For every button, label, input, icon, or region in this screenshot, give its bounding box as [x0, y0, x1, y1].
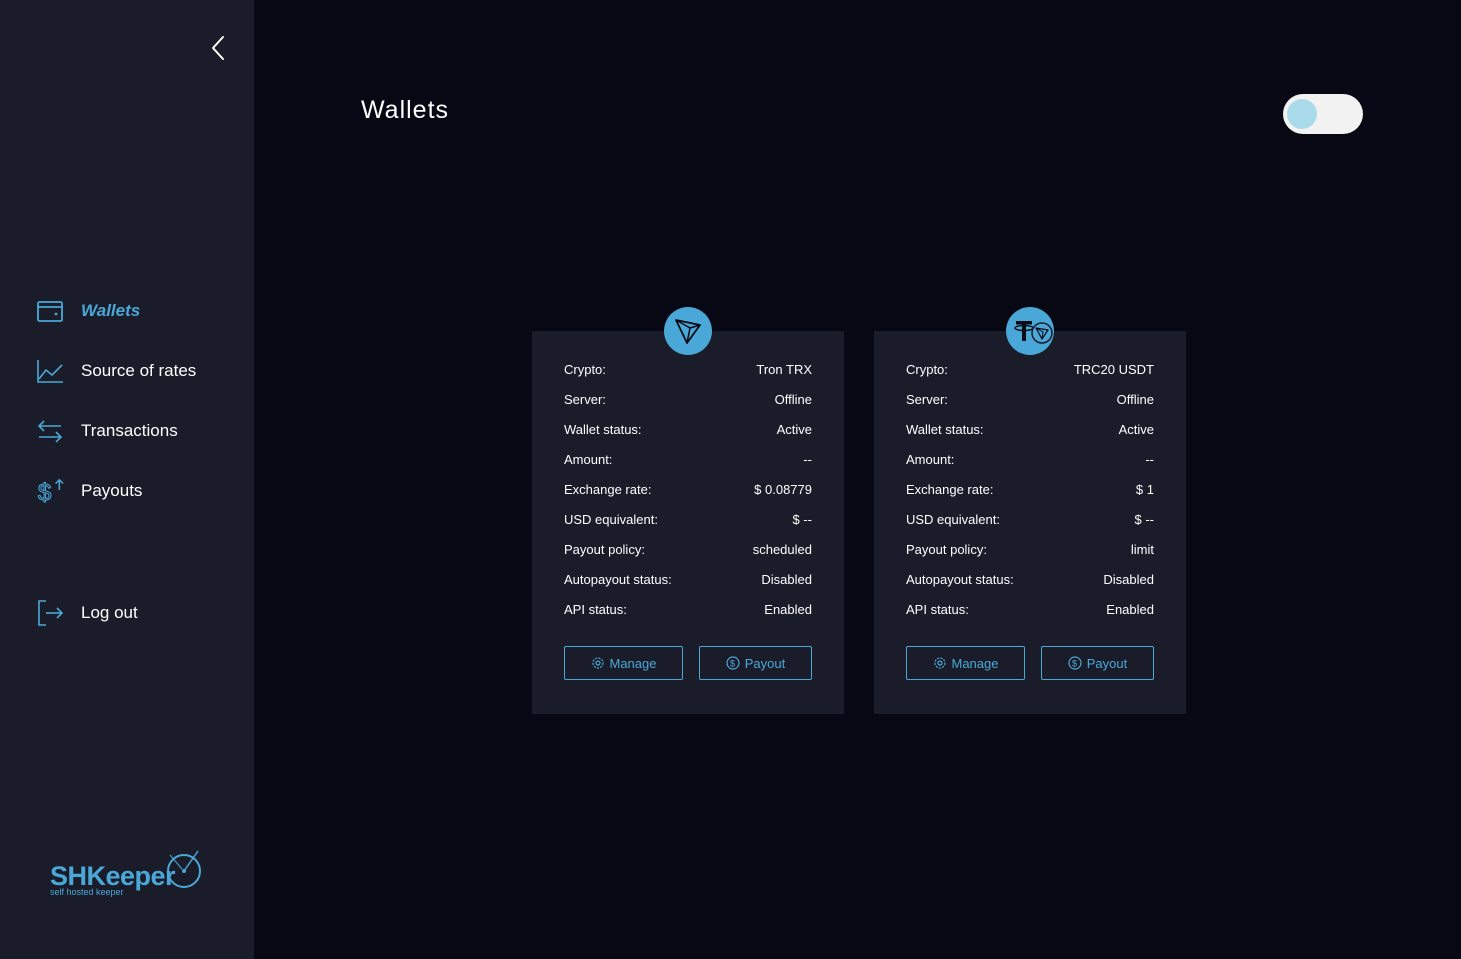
wallet-row-api-status: API status: Enabled — [906, 602, 1154, 622]
sidebar-item-wallets[interactable]: Wallets — [36, 296, 140, 326]
row-label: API status: — [906, 602, 969, 617]
row-label: Autopayout status: — [906, 572, 1014, 587]
wallet-row-amount: Amount: -- — [906, 452, 1154, 472]
logo-tagline: self hosted keeper — [50, 887, 124, 897]
sidebar-item-payouts[interactable]: $ Payouts — [36, 476, 142, 506]
payout-label: Payout — [1086, 655, 1128, 671]
row-label: Exchange rate: — [906, 482, 994, 497]
wallet-row-usd-equivalent: USD equivalent: $ -- — [906, 512, 1154, 532]
row-label: API status: — [564, 602, 627, 617]
logout-button[interactable]: Log out — [36, 598, 138, 628]
page-title: Wallets — [361, 96, 450, 124]
theme-toggle[interactable] — [1283, 94, 1363, 134]
wallet-row-server: Server: Offline — [906, 392, 1154, 412]
row-label: Server: — [564, 392, 606, 407]
crypto-value: TRC20 USDT — [1073, 362, 1154, 377]
autopayout-status-value: Disabled — [1103, 572, 1154, 587]
dollar-circle-icon: $ — [1068, 656, 1082, 670]
sidebar-item-label: Wallets — [81, 301, 141, 320]
logout-icon — [36, 599, 64, 627]
wallet-row-crypto: Crypto: Tron TRX — [564, 362, 812, 382]
dollar-circle-icon: $ — [726, 656, 740, 670]
wallet-row-api-status: API status: Enabled — [564, 602, 812, 622]
wallet-status-value: Active — [1118, 422, 1154, 437]
wallet-row-payout-policy: Payout policy: scheduled — [564, 542, 812, 562]
wallet-icon — [36, 297, 64, 325]
payout-button[interactable]: $ Payout — [699, 646, 812, 680]
row-label: Crypto: — [906, 362, 948, 377]
payout-label: Payout — [744, 655, 786, 671]
tether-tron-icon — [1006, 307, 1054, 355]
shkeeper-logo: SHKeeper self hosted keeper — [48, 845, 208, 905]
svg-text:$: $ — [730, 659, 735, 669]
row-label: Autopayout status: — [564, 572, 672, 587]
wallet-row-autopayout-status: Autopayout status: Disabled — [564, 572, 812, 592]
sidebar-item-label: Payouts — [81, 481, 143, 500]
wallet-row-exchange-rate: Exchange rate: $ 1 — [906, 482, 1154, 502]
wallet-row-wallet-status: Wallet status: Active — [906, 422, 1154, 442]
server-status-value: Offline — [774, 392, 812, 407]
api-status-value: Enabled — [1106, 602, 1154, 617]
server-status-value: Offline — [1116, 392, 1154, 407]
sidebar-item-label: Source of rates — [81, 361, 197, 380]
collapse-sidebar-button[interactable] — [206, 34, 232, 62]
amount-value: -- — [803, 452, 812, 467]
wallet-row-usd-equivalent: USD equivalent: $ -- — [564, 512, 812, 532]
wallet-status-value: Active — [776, 422, 812, 437]
row-label: Server: — [906, 392, 948, 407]
payout-button[interactable]: $ Payout — [1041, 646, 1154, 680]
sidebar-item-label: Transactions — [81, 421, 178, 440]
svg-text:$: $ — [38, 479, 52, 506]
row-label: Wallet status: — [564, 422, 642, 437]
chart-line-icon — [36, 357, 64, 385]
row-label: Payout policy: — [906, 542, 987, 557]
row-label: Crypto: — [564, 362, 606, 377]
wallet-card-trc20-usdt: Crypto: TRC20 USDT Server: Offline Walle… — [874, 307, 1186, 714]
row-label: Exchange rate: — [564, 482, 652, 497]
wallet-row-wallet-status: Wallet status: Active — [564, 422, 812, 442]
wallet-row-exchange-rate: Exchange rate: $ 0.08779 — [564, 482, 812, 502]
usd-equivalent-value: $ -- — [1134, 512, 1155, 527]
usd-equivalent-value: $ -- — [792, 512, 813, 527]
chevron-left-icon — [212, 36, 224, 60]
svg-text:$: $ — [1072, 659, 1077, 669]
row-label: USD equivalent: — [564, 512, 658, 527]
manage-label: Manage — [951, 655, 999, 671]
row-label: Amount: — [564, 452, 613, 467]
wallet-row-crypto: Crypto: TRC20 USDT — [906, 362, 1154, 382]
api-status-value: Enabled — [764, 602, 812, 617]
wallet-row-amount: Amount: -- — [564, 452, 812, 472]
wallet-row-server: Server: Offline — [564, 392, 812, 412]
row-label: USD equivalent: — [906, 512, 1000, 527]
gear-icon — [591, 657, 604, 669]
payout-policy-value: scheduled — [752, 542, 812, 557]
gear-icon — [933, 657, 946, 669]
row-label: Wallet status: — [906, 422, 984, 437]
logout-label: Log out — [81, 603, 138, 622]
crypto-value: Tron TRX — [756, 362, 812, 377]
sidebar-item-source-of-rates[interactable]: Source of rates — [36, 356, 196, 386]
exchange-rate-value: $ 0.08779 — [754, 482, 812, 497]
payout-policy-value: limit — [1130, 542, 1154, 557]
amount-value: -- — [1145, 452, 1154, 467]
wallet-card-tron: Crypto: Tron TRX Server: Offline Wallet … — [532, 307, 844, 714]
manage-button[interactable]: Manage — [906, 646, 1025, 680]
autopayout-status-value: Disabled — [761, 572, 812, 587]
row-label: Payout policy: — [564, 542, 645, 557]
manage-label: Manage — [609, 655, 657, 671]
transfer-arrows-icon — [36, 417, 64, 445]
sidebar-item-transactions[interactable]: Transactions — [36, 416, 178, 446]
wallet-row-payout-policy: Payout policy: limit — [906, 542, 1154, 562]
tron-icon — [664, 307, 712, 355]
manage-button[interactable]: Manage — [564, 646, 683, 680]
dollar-up-icon: $ — [36, 477, 64, 506]
toggle-knob — [1287, 99, 1317, 129]
sidebar: Wallets Source of rates Transactions $ P… — [0, 0, 254, 959]
logo-ring-icon — [167, 850, 201, 888]
exchange-rate-value: $ 1 — [1135, 482, 1154, 497]
row-label: Amount: — [906, 452, 955, 467]
wallet-row-autopayout-status: Autopayout status: Disabled — [906, 572, 1154, 592]
